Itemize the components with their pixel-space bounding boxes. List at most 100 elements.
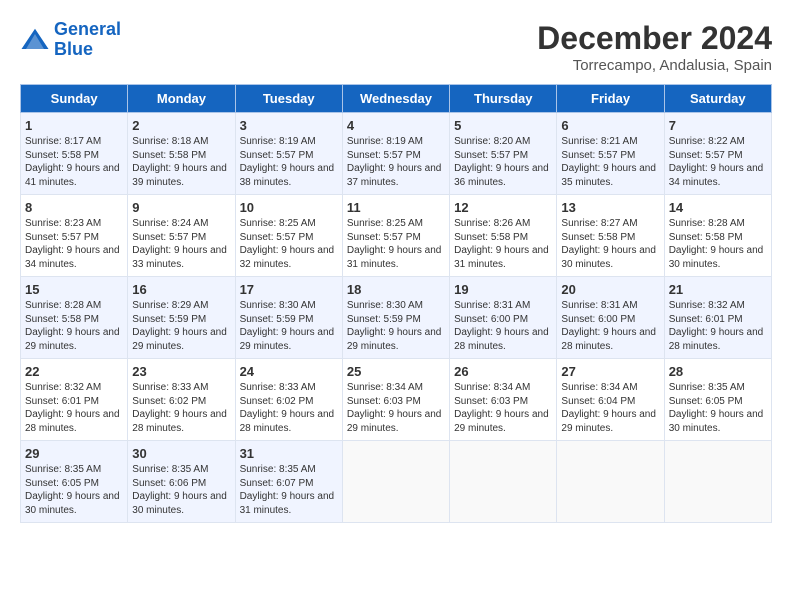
calendar-cell: 28 Sunrise: 8:35 AM Sunset: 6:05 PM Dayl…: [664, 359, 771, 441]
day-number: 9: [132, 200, 230, 215]
calendar-cell: 4 Sunrise: 8:19 AM Sunset: 5:57 PM Dayli…: [342, 113, 449, 195]
day-number: 8: [25, 200, 123, 215]
cell-details: Sunrise: 8:19 AM Sunset: 5:57 PM Dayligh…: [240, 135, 338, 189]
cell-details: Sunrise: 8:31 AM Sunset: 6:00 PM Dayligh…: [561, 299, 659, 353]
calendar-cell: 19 Sunrise: 8:31 AM Sunset: 6:00 PM Dayl…: [450, 277, 557, 359]
calendar-cell: 22 Sunrise: 8:32 AM Sunset: 6:01 PM Dayl…: [21, 359, 128, 441]
calendar-cell: 18 Sunrise: 8:30 AM Sunset: 5:59 PM Dayl…: [342, 277, 449, 359]
header-row: SundayMondayTuesdayWednesdayThursdayFrid…: [21, 85, 772, 113]
day-number: 4: [347, 118, 445, 133]
day-number: 1: [25, 118, 123, 133]
calendar-cell: 25 Sunrise: 8:34 AM Sunset: 6:03 PM Dayl…: [342, 359, 449, 441]
cell-details: Sunrise: 8:24 AM Sunset: 5:57 PM Dayligh…: [132, 217, 230, 271]
cell-details: Sunrise: 8:28 AM Sunset: 5:58 PM Dayligh…: [669, 217, 767, 271]
calendar-cell: 31 Sunrise: 8:35 AM Sunset: 6:07 PM Dayl…: [235, 441, 342, 523]
calendar-cell: 1 Sunrise: 8:17 AM Sunset: 5:58 PM Dayli…: [21, 113, 128, 195]
day-number: 23: [132, 364, 230, 379]
cell-details: Sunrise: 8:25 AM Sunset: 5:57 PM Dayligh…: [347, 217, 445, 271]
cell-details: Sunrise: 8:34 AM Sunset: 6:04 PM Dayligh…: [561, 381, 659, 435]
cell-details: Sunrise: 8:18 AM Sunset: 5:58 PM Dayligh…: [132, 135, 230, 189]
cell-details: Sunrise: 8:35 AM Sunset: 6:05 PM Dayligh…: [669, 381, 767, 435]
week-row: 15 Sunrise: 8:28 AM Sunset: 5:58 PM Dayl…: [21, 277, 772, 359]
cell-details: Sunrise: 8:19 AM Sunset: 5:57 PM Dayligh…: [347, 135, 445, 189]
cell-details: Sunrise: 8:32 AM Sunset: 6:01 PM Dayligh…: [669, 299, 767, 353]
day-number: 2: [132, 118, 230, 133]
calendar-body: 1 Sunrise: 8:17 AM Sunset: 5:58 PM Dayli…: [21, 113, 772, 523]
header-cell-tuesday: Tuesday: [235, 85, 342, 113]
day-number: 15: [25, 282, 123, 297]
calendar-cell: 11 Sunrise: 8:25 AM Sunset: 5:57 PM Dayl…: [342, 195, 449, 277]
logo-icon: [20, 25, 50, 55]
cell-details: Sunrise: 8:30 AM Sunset: 5:59 PM Dayligh…: [347, 299, 445, 353]
calendar-cell: 10 Sunrise: 8:25 AM Sunset: 5:57 PM Dayl…: [235, 195, 342, 277]
calendar-cell: 26 Sunrise: 8:34 AM Sunset: 6:03 PM Dayl…: [450, 359, 557, 441]
week-row: 29 Sunrise: 8:35 AM Sunset: 6:05 PM Dayl…: [21, 441, 772, 523]
title-block: December 2024 Torrecampo, Andalusia, Spa…: [537, 20, 772, 74]
cell-details: Sunrise: 8:35 AM Sunset: 6:05 PM Dayligh…: [25, 463, 123, 517]
calendar-cell: 15 Sunrise: 8:28 AM Sunset: 5:58 PM Dayl…: [21, 277, 128, 359]
week-row: 8 Sunrise: 8:23 AM Sunset: 5:57 PM Dayli…: [21, 195, 772, 277]
day-number: 11: [347, 200, 445, 215]
day-number: 25: [347, 364, 445, 379]
calendar-cell: 9 Sunrise: 8:24 AM Sunset: 5:57 PM Dayli…: [128, 195, 235, 277]
cell-details: Sunrise: 8:33 AM Sunset: 6:02 PM Dayligh…: [240, 381, 338, 435]
calendar-cell: 8 Sunrise: 8:23 AM Sunset: 5:57 PM Dayli…: [21, 195, 128, 277]
cell-details: Sunrise: 8:32 AM Sunset: 6:01 PM Dayligh…: [25, 381, 123, 435]
day-number: 16: [132, 282, 230, 297]
header-cell-sunday: Sunday: [21, 85, 128, 113]
day-number: 10: [240, 200, 338, 215]
month-title: December 2024: [537, 20, 772, 57]
calendar-table: SundayMondayTuesdayWednesdayThursdayFrid…: [20, 84, 772, 523]
day-number: 3: [240, 118, 338, 133]
day-number: 22: [25, 364, 123, 379]
calendar-cell: 7 Sunrise: 8:22 AM Sunset: 5:57 PM Dayli…: [664, 113, 771, 195]
day-number: 20: [561, 282, 659, 297]
header-cell-monday: Monday: [128, 85, 235, 113]
calendar-cell: 17 Sunrise: 8:30 AM Sunset: 5:59 PM Dayl…: [235, 277, 342, 359]
cell-details: Sunrise: 8:35 AM Sunset: 6:06 PM Dayligh…: [132, 463, 230, 517]
calendar-cell: 12 Sunrise: 8:26 AM Sunset: 5:58 PM Dayl…: [450, 195, 557, 277]
cell-details: Sunrise: 8:26 AM Sunset: 5:58 PM Dayligh…: [454, 217, 552, 271]
calendar-cell: [557, 441, 664, 523]
day-number: 27: [561, 364, 659, 379]
day-number: 30: [132, 446, 230, 461]
calendar-cell: 13 Sunrise: 8:27 AM Sunset: 5:58 PM Dayl…: [557, 195, 664, 277]
logo: General Blue: [20, 20, 121, 60]
calendar-cell: 27 Sunrise: 8:34 AM Sunset: 6:04 PM Dayl…: [557, 359, 664, 441]
cell-details: Sunrise: 8:17 AM Sunset: 5:58 PM Dayligh…: [25, 135, 123, 189]
cell-details: Sunrise: 8:23 AM Sunset: 5:57 PM Dayligh…: [25, 217, 123, 271]
header-cell-wednesday: Wednesday: [342, 85, 449, 113]
calendar-cell: 20 Sunrise: 8:31 AM Sunset: 6:00 PM Dayl…: [557, 277, 664, 359]
day-number: 14: [669, 200, 767, 215]
day-number: 13: [561, 200, 659, 215]
cell-details: Sunrise: 8:22 AM Sunset: 5:57 PM Dayligh…: [669, 135, 767, 189]
day-number: 24: [240, 364, 338, 379]
day-number: 18: [347, 282, 445, 297]
header-cell-saturday: Saturday: [664, 85, 771, 113]
calendar-cell: [664, 441, 771, 523]
calendar-cell: 14 Sunrise: 8:28 AM Sunset: 5:58 PM Dayl…: [664, 195, 771, 277]
calendar-cell: [450, 441, 557, 523]
calendar-cell: 3 Sunrise: 8:19 AM Sunset: 5:57 PM Dayli…: [235, 113, 342, 195]
day-number: 31: [240, 446, 338, 461]
cell-details: Sunrise: 8:21 AM Sunset: 5:57 PM Dayligh…: [561, 135, 659, 189]
logo-text: General Blue: [54, 20, 121, 60]
day-number: 17: [240, 282, 338, 297]
cell-details: Sunrise: 8:31 AM Sunset: 6:00 PM Dayligh…: [454, 299, 552, 353]
header-cell-thursday: Thursday: [450, 85, 557, 113]
page-header: General Blue December 2024 Torrecampo, A…: [20, 20, 772, 74]
cell-details: Sunrise: 8:27 AM Sunset: 5:58 PM Dayligh…: [561, 217, 659, 271]
day-number: 19: [454, 282, 552, 297]
calendar-cell: 2 Sunrise: 8:18 AM Sunset: 5:58 PM Dayli…: [128, 113, 235, 195]
header-cell-friday: Friday: [557, 85, 664, 113]
logo-line1: General: [54, 19, 121, 39]
day-number: 7: [669, 118, 767, 133]
day-number: 21: [669, 282, 767, 297]
day-number: 28: [669, 364, 767, 379]
calendar-cell: 23 Sunrise: 8:33 AM Sunset: 6:02 PM Dayl…: [128, 359, 235, 441]
calendar-cell: 6 Sunrise: 8:21 AM Sunset: 5:57 PM Dayli…: [557, 113, 664, 195]
cell-details: Sunrise: 8:34 AM Sunset: 6:03 PM Dayligh…: [347, 381, 445, 435]
cell-details: Sunrise: 8:33 AM Sunset: 6:02 PM Dayligh…: [132, 381, 230, 435]
calendar-cell: 5 Sunrise: 8:20 AM Sunset: 5:57 PM Dayli…: [450, 113, 557, 195]
cell-details: Sunrise: 8:20 AM Sunset: 5:57 PM Dayligh…: [454, 135, 552, 189]
